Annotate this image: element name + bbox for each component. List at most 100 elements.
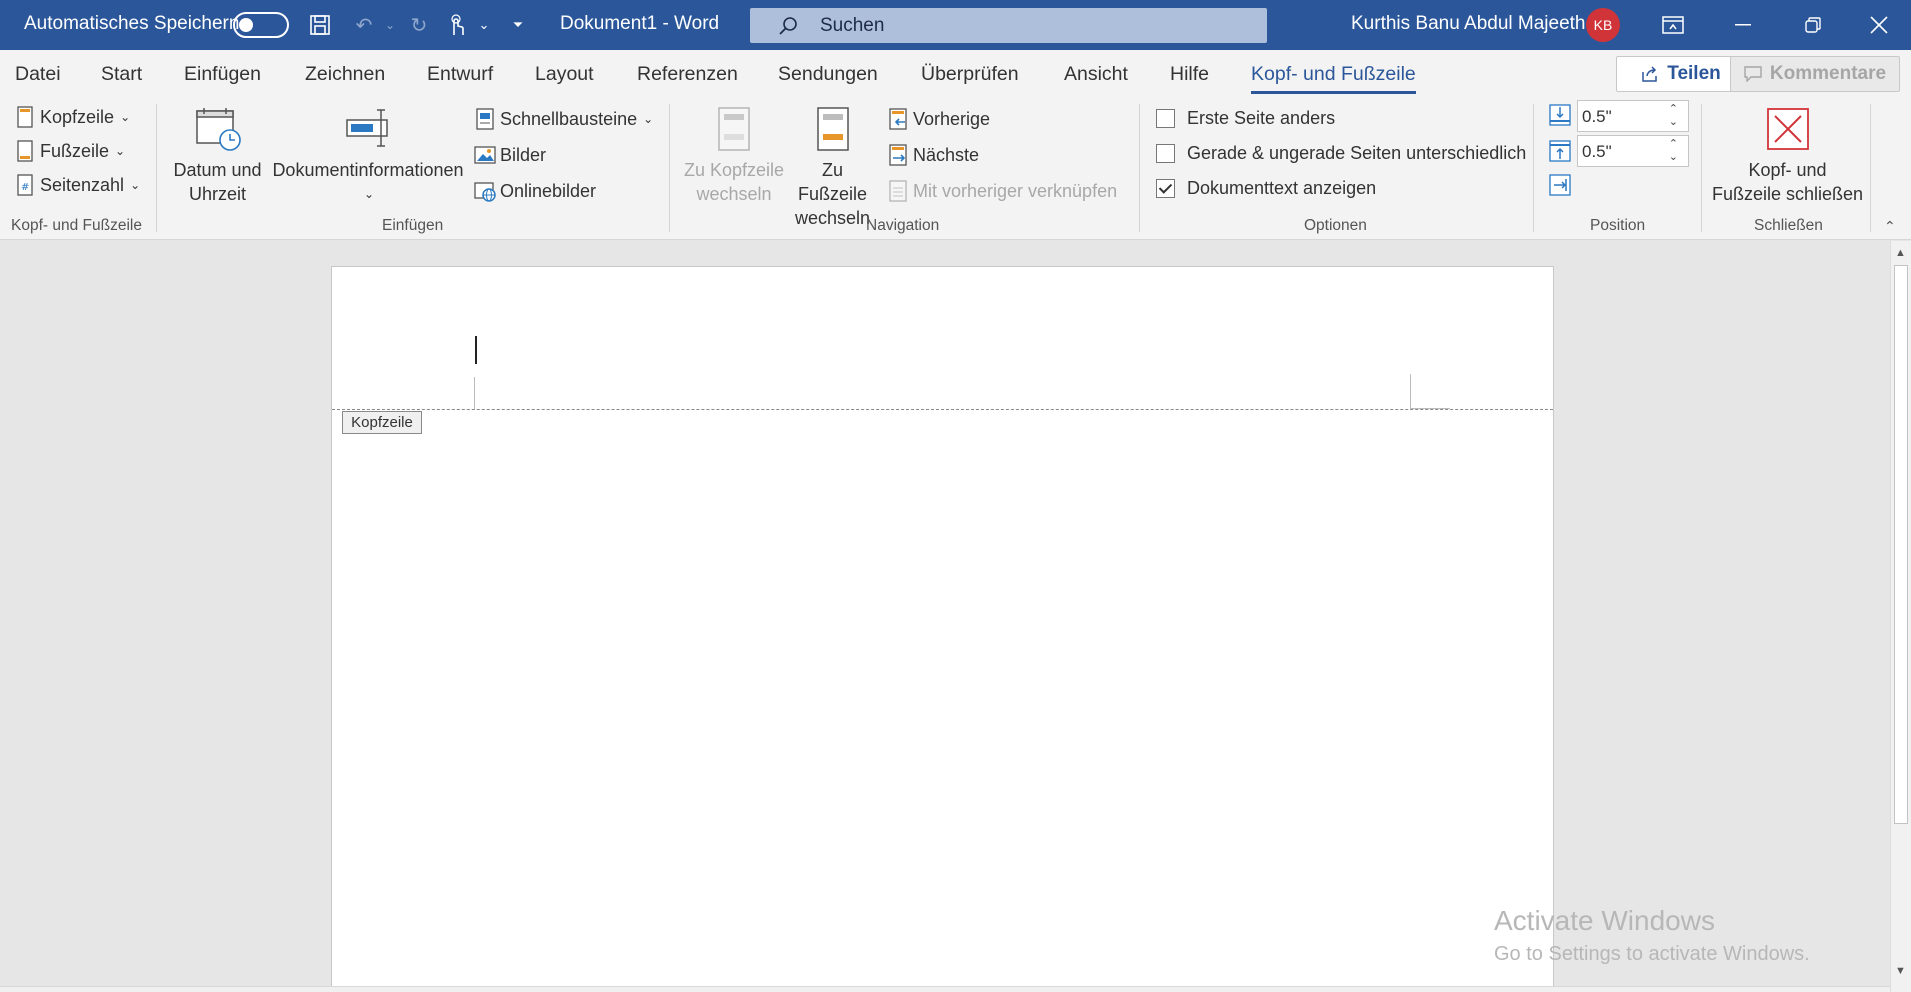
zu-kopf-label-1: Zu Kopfzeile bbox=[683, 160, 785, 180]
kopf-fusszeile-schliessen-button[interactable]: Kopf- und Fußzeile schließen bbox=[1710, 106, 1865, 206]
tab-ansicht[interactable]: Ansicht bbox=[1064, 63, 1128, 86]
ribbon-display-options-icon[interactable] bbox=[1638, 0, 1708, 50]
tab-hilfe[interactable]: Hilfe bbox=[1170, 63, 1209, 86]
schnellbausteine-button[interactable]: Schnellbausteine ⌄ bbox=[474, 108, 653, 130]
header-boundary-line bbox=[332, 409, 1553, 410]
group-label-optionen: Optionen bbox=[1304, 217, 1367, 234]
svg-text:#: # bbox=[21, 182, 29, 193]
tab-sendungen[interactable]: Sendungen bbox=[778, 63, 878, 86]
scroll-up-icon[interactable]: ▲ bbox=[1895, 247, 1906, 259]
footer-position-value: 0.5" bbox=[1582, 142, 1612, 161]
zu-fuss-label-1: Zu Fußzeile bbox=[797, 160, 868, 204]
bilder-button[interactable]: Bilder bbox=[474, 144, 546, 166]
erste-seite-anders-checkbox[interactable]: Erste Seite anders bbox=[1156, 108, 1335, 129]
dokumenttext-anzeigen-checkbox[interactable]: Dokumenttext anzeigen bbox=[1156, 178, 1376, 199]
zu-kopf-label-2: wechseln bbox=[696, 184, 772, 204]
gerade-ungerade-checkbox[interactable]: Gerade & ungerade Seiten unterschiedlich bbox=[1156, 143, 1526, 164]
tab-zeichnen[interactable]: Zeichnen bbox=[305, 63, 385, 86]
restore-icon[interactable] bbox=[1778, 0, 1848, 50]
user-name[interactable]: Kurthis Banu Abdul Majeeth bbox=[1351, 13, 1586, 35]
naechste-label: Nächste bbox=[913, 144, 980, 165]
tab-referenzen[interactable]: Referenzen bbox=[637, 63, 738, 86]
schliessen-label-1: Kopf- und bbox=[1748, 160, 1827, 180]
document-title: Dokument1 - Word bbox=[560, 13, 720, 34]
group-separator bbox=[1870, 104, 1871, 232]
group-label-schliessen: Schließen bbox=[1754, 217, 1823, 234]
vorherige-button[interactable]: Vorherige bbox=[887, 108, 990, 130]
save-icon[interactable] bbox=[306, 12, 334, 38]
vertical-scrollbar[interactable]: ▲ ▼ bbox=[1890, 241, 1911, 992]
footer-position-input[interactable]: 0.5" ⌃ ⌄ bbox=[1577, 135, 1689, 167]
footer-from-bottom-icon bbox=[1549, 140, 1571, 162]
title-bar: Automatisches Speichern ↶ ⌄ ↻ ⌄ ⏷ Dokume… bbox=[0, 0, 1911, 50]
tab-start[interactable]: Start bbox=[101, 63, 142, 86]
spin-up-icon[interactable]: ⌃ bbox=[1669, 137, 1678, 150]
group-label-kopf-fusszeile: Kopf- und Fußzeile bbox=[11, 217, 142, 234]
scrollbar-thumb[interactable] bbox=[1894, 265, 1908, 824]
share-icon bbox=[1642, 66, 1657, 82]
document-page[interactable] bbox=[331, 266, 1554, 992]
scroll-down-icon[interactable]: ▼ bbox=[1895, 965, 1906, 977]
group-label-einfuegen: Einfügen bbox=[382, 217, 444, 234]
horizontal-scrollbar[interactable] bbox=[0, 986, 1890, 992]
group-separator bbox=[1139, 104, 1140, 232]
zu-kopfzeile-wechseln-button[interactable]: Zu Kopfzeile wechseln bbox=[680, 106, 788, 206]
spin-up-icon[interactable]: ⌃ bbox=[1669, 102, 1678, 115]
spin-down-icon[interactable]: ⌄ bbox=[1669, 150, 1678, 163]
datum-label-2: Uhrzeit bbox=[188, 184, 246, 204]
redo-icon[interactable]: ↻ bbox=[405, 12, 433, 38]
goto-footer-icon bbox=[816, 107, 849, 151]
chevron-down-icon: ⌄ bbox=[130, 178, 141, 192]
minimize-icon[interactable] bbox=[1708, 0, 1778, 50]
header-position-input[interactable]: 0.5" ⌃ ⌄ bbox=[1577, 100, 1689, 132]
datum-label-1: Datum und bbox=[173, 160, 262, 180]
dokumentinformationen-button[interactable]: Dokumentinformationen ⌄ bbox=[268, 106, 468, 206]
zu-fusszeile-wechseln-button[interactable]: Zu Fußzeile wechseln bbox=[785, 106, 880, 230]
kopfzeile-label: Kopfzeile bbox=[40, 106, 115, 127]
comments-button[interactable]: Kommentare bbox=[1730, 56, 1900, 92]
customize-toolbar-icon[interactable]: ⏷ bbox=[504, 12, 532, 38]
link-to-previous-icon bbox=[887, 180, 909, 202]
autosave-toggle[interactable] bbox=[233, 12, 289, 38]
autosave-label: Automatisches Speichern bbox=[24, 13, 240, 34]
search-box[interactable]: Suchen bbox=[750, 8, 1267, 43]
fusszeile-label: Fußzeile bbox=[40, 140, 110, 161]
touch-dropdown-icon[interactable]: ⌄ bbox=[470, 12, 498, 38]
onlinebilder-button[interactable]: Onlinebilder bbox=[474, 180, 596, 202]
kopfzeile-button[interactable]: Kopfzeile ⌄ bbox=[14, 106, 130, 128]
touch-mode-icon[interactable] bbox=[442, 12, 470, 38]
tab-einfuegen[interactable]: Einfügen bbox=[184, 63, 261, 86]
document-info-icon bbox=[346, 109, 388, 147]
tab-layout[interactable]: Layout bbox=[535, 63, 594, 86]
undo-dropdown-icon[interactable]: ⌄ bbox=[376, 12, 404, 38]
schliessen-label-2: Fußzeile schließen bbox=[1711, 184, 1864, 204]
share-button[interactable]: Teilen bbox=[1616, 56, 1746, 92]
tab-kopf-und-fusszeile[interactable]: Kopf- und Fußzeile bbox=[1251, 63, 1416, 94]
tab-ueberpruefen[interactable]: Überprüfen bbox=[921, 63, 1019, 86]
tab-datei[interactable]: Datei bbox=[15, 63, 61, 86]
share-label: Teilen bbox=[1667, 63, 1721, 84]
undo-icon[interactable]: ↶ bbox=[350, 12, 378, 38]
goto-header-icon bbox=[718, 107, 750, 151]
group-separator bbox=[669, 104, 670, 232]
comment-icon bbox=[1744, 66, 1762, 82]
header-margin-mark-right bbox=[1410, 374, 1411, 408]
chevron-down-icon: ⌄ bbox=[363, 187, 375, 201]
datum-uhrzeit-button[interactable]: Datum und Uhrzeit bbox=[170, 106, 265, 206]
close-window-icon[interactable] bbox=[1846, 0, 1911, 50]
search-placeholder: Suchen bbox=[820, 14, 885, 36]
insert-alignment-tab-icon[interactable] bbox=[1549, 174, 1571, 196]
chevron-down-icon: ⌄ bbox=[120, 110, 131, 124]
online-pictures-icon bbox=[474, 180, 496, 202]
mit-vorheriger-verknuepfen-button[interactable]: Mit vorheriger verknüpfen bbox=[887, 180, 1117, 202]
seitenzahl-label: Seitenzahl bbox=[40, 174, 125, 195]
fusszeile-button[interactable]: Fußzeile ⌄ bbox=[14, 140, 125, 162]
spin-down-icon[interactable]: ⌄ bbox=[1669, 115, 1678, 128]
avatar[interactable]: KB bbox=[1586, 8, 1620, 42]
collapse-ribbon-icon[interactable]: ⌃ bbox=[1884, 218, 1896, 235]
tab-entwurf[interactable]: Entwurf bbox=[427, 63, 493, 86]
naechste-button[interactable]: Nächste bbox=[887, 144, 979, 166]
chevron-down-icon: ⌄ bbox=[643, 112, 654, 126]
seitenzahl-button[interactable]: # Seitenzahl ⌄ bbox=[14, 174, 140, 196]
header-from-top-icon bbox=[1549, 104, 1571, 126]
